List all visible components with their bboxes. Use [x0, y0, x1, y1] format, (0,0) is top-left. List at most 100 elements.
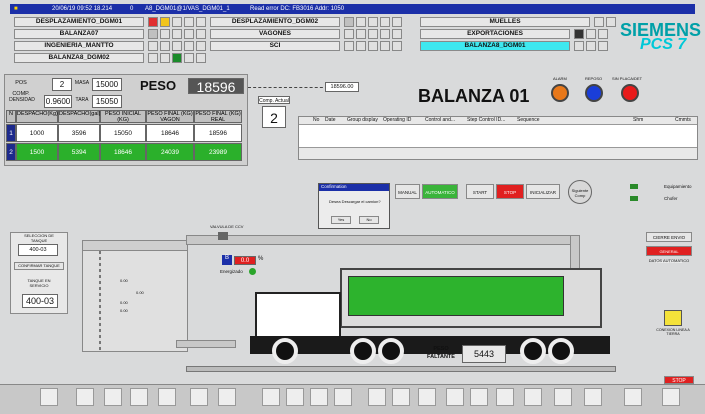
status-icon[interactable]: [148, 53, 158, 63]
status-icon[interactable]: [344, 17, 354, 27]
arrow-left-icon[interactable]: [262, 388, 280, 406]
reset-button[interactable]: INICIALIZAR: [526, 184, 560, 199]
status-icon[interactable]: [392, 29, 402, 39]
status-icon[interactable]: [598, 29, 608, 39]
screen-icon[interactable]: [130, 388, 148, 406]
nav-desplazamiento-dgm01[interactable]: DESPLAZAMIENTO_DGM01: [14, 17, 144, 27]
status-icon[interactable]: [184, 53, 194, 63]
alarm-table[interactable]: No Date Group display Operating ID Contr…: [298, 116, 698, 160]
status-icon[interactable]: [160, 53, 170, 63]
status-icon[interactable]: [606, 17, 616, 27]
status-icon[interactable]: [368, 29, 378, 39]
status-icon[interactable]: [586, 41, 596, 51]
status-icon[interactable]: [184, 17, 194, 27]
arrow-right-icon[interactable]: [334, 388, 352, 406]
arrow-down-icon[interactable]: [310, 388, 328, 406]
status-icon[interactable]: [356, 29, 366, 39]
nav-balanza07[interactable]: BALANZA07: [14, 29, 144, 39]
back-icon[interactable]: [392, 388, 410, 406]
status-icon[interactable]: [196, 41, 206, 51]
valve-icon[interactable]: [218, 232, 228, 240]
message-icon[interactable]: [418, 388, 436, 406]
report-icon[interactable]: [104, 388, 122, 406]
status-icon[interactable]: [598, 41, 608, 51]
arrow-up-icon[interactable]: [286, 388, 304, 406]
status-icon[interactable]: [184, 41, 194, 51]
status-icon[interactable]: [172, 41, 182, 51]
status-icon[interactable]: [172, 29, 182, 39]
status-icon[interactable]: [594, 17, 604, 27]
cierre-envio-button[interactable]: CIERRE ENVIO: [646, 232, 692, 242]
stop-button[interactable]: STOP: [496, 184, 524, 199]
nav-exportaciones[interactable]: EXPORTACIONES: [420, 29, 570, 39]
manual-button[interactable]: MANUAL: [395, 184, 420, 199]
dialog-title: Confirmation: [319, 184, 389, 191]
print-icon[interactable]: [496, 388, 514, 406]
user-icon[interactable]: [584, 388, 602, 406]
table-cell: 1500: [16, 143, 58, 161]
alarm-red-icon[interactable]: [148, 17, 158, 27]
nav-balanza8-dgm01[interactable]: BALANZA8_DGM01: [420, 41, 570, 51]
status-icon[interactable]: [196, 17, 206, 27]
filter-icon[interactable]: [76, 388, 94, 406]
status-icon[interactable]: [196, 29, 206, 39]
yes-button[interactable]: Yes: [331, 216, 351, 224]
start-button[interactable]: START: [466, 184, 494, 199]
confirm-tank-button[interactable]: CONFIRMAR TANQUE: [14, 262, 64, 270]
alarm-tag: A8_DGM01@1/VAS_DGM01_1: [145, 6, 230, 12]
status-icon[interactable]: [196, 53, 206, 63]
alarm-status-bar[interactable]: ■ 20/06/19 09:52 18.214 0 A8_DGM01@1/VAS…: [10, 4, 695, 14]
status-icon[interactable]: [172, 17, 182, 27]
automatic-button[interactable]: AUTOMATICO: [422, 184, 458, 199]
status-icon[interactable]: [356, 17, 366, 27]
keyboard-icon[interactable]: [470, 388, 488, 406]
nav-ingenieria-mantto[interactable]: INGENIERIA_MANTTO: [14, 41, 144, 51]
emergency-stop-button[interactable]: STOP: [664, 376, 694, 384]
status-icon[interactable]: [356, 41, 366, 51]
status-icon[interactable]: [368, 41, 378, 51]
forward-icon[interactable]: [446, 388, 464, 406]
status-icon[interactable]: [148, 29, 158, 39]
status-icon[interactable]: [574, 29, 584, 39]
status-icon[interactable]: [368, 17, 378, 27]
confirmation-dialog[interactable]: Confirmation Desea Descargar el camion? …: [318, 183, 390, 229]
save-icon[interactable]: [554, 388, 572, 406]
nav-muelles[interactable]: MUELLES: [420, 17, 590, 27]
nav-sci[interactable]: SCI: [210, 41, 340, 51]
status-light-red: [621, 84, 639, 102]
status-icon[interactable]: [344, 29, 354, 39]
alert-button[interactable]: GENERAL PLATAFORMA: [646, 246, 692, 264]
status-icon[interactable]: [574, 41, 584, 51]
check-icon[interactable]: [662, 388, 680, 406]
nav-desplazamiento-dgm02[interactable]: DESPLAZAMIENTO_DGM02: [210, 17, 340, 27]
chart-icon[interactable]: [158, 388, 176, 406]
status-icon[interactable]: [184, 29, 194, 39]
status-icon[interactable]: [392, 17, 402, 27]
play-icon[interactable]: [40, 388, 58, 406]
settings-icon[interactable]: [624, 388, 642, 406]
table-cell: 18596: [194, 124, 242, 142]
status-icon[interactable]: [586, 29, 596, 39]
alarm-yellow-icon[interactable]: [160, 17, 170, 27]
alarm-indicator-icon: ■: [14, 6, 18, 12]
status-icon[interactable]: [344, 41, 354, 51]
home-icon[interactable]: [368, 388, 386, 406]
tank-select[interactable]: 400-03: [18, 244, 58, 256]
export-icon[interactable]: [524, 388, 542, 406]
status-icon[interactable]: [148, 41, 158, 51]
status-icon[interactable]: [172, 53, 182, 63]
nav-vagones[interactable]: VAGONES: [210, 29, 340, 39]
layout-icon[interactable]: [218, 388, 236, 406]
nav-balanza8-dgm02[interactable]: BALANZA8_DGM02: [14, 53, 144, 63]
alarm-toolbar[interactable]: [299, 147, 697, 159]
no-button[interactable]: No: [359, 216, 379, 224]
grid-icon[interactable]: [190, 388, 208, 406]
status-icon[interactable]: [380, 41, 390, 51]
tank-level: 0.00: [120, 308, 128, 313]
next-comp-button[interactable]: Siguiente Comp: [568, 180, 592, 204]
status-icon[interactable]: [392, 41, 402, 51]
status-icon[interactable]: [380, 17, 390, 27]
status-icon[interactable]: [380, 29, 390, 39]
status-icon[interactable]: [160, 41, 170, 51]
status-icon[interactable]: [160, 29, 170, 39]
